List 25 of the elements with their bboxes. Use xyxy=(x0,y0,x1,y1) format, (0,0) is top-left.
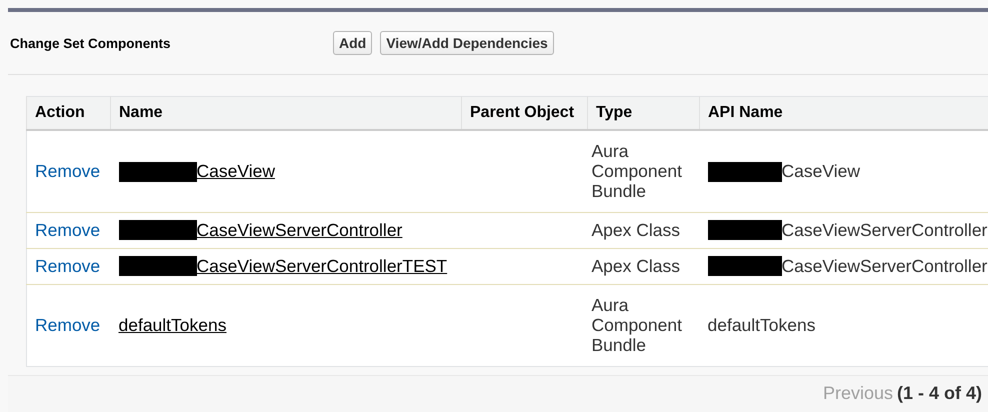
remove-link[interactable]: Remove xyxy=(35,256,100,276)
toolbar-button[interactable]: View/Add Dependencies xyxy=(380,31,554,55)
type-text: Aura Component Bundle xyxy=(592,141,682,202)
column-header: Action xyxy=(26,96,110,130)
component-link[interactable]: CaseViewServerController xyxy=(196,220,402,240)
api-name-text: CaseViewServerController xyxy=(782,220,988,240)
column-header: API Name xyxy=(700,96,988,130)
component-link[interactable]: defaultTokens xyxy=(118,314,226,335)
column-header: Parent Object xyxy=(462,96,588,130)
toolbar-button[interactable]: Add xyxy=(333,31,372,55)
api-name-text: CaseViewServerController xyxy=(782,256,988,276)
column-header: Type xyxy=(588,96,700,130)
api-name-text: defaultTokens xyxy=(708,314,816,335)
page-range: (1 - 4 of 4) xyxy=(896,383,982,404)
type-text: Apex Class xyxy=(592,220,680,240)
remove-link[interactable]: Remove xyxy=(35,220,100,240)
remove-link[interactable]: Remove xyxy=(35,160,100,181)
component-link[interactable]: CaseView xyxy=(196,161,275,182)
section-title: Change Set Components xyxy=(10,36,172,50)
type-text: Aura Component Bundle xyxy=(592,295,682,355)
type-text: Apex Class xyxy=(592,256,680,276)
api-name-text: CaseView xyxy=(782,161,860,182)
remove-link[interactable]: Remove xyxy=(35,314,100,334)
component-link[interactable]: CaseViewServerControllerTEST xyxy=(196,256,448,276)
column-header: Name xyxy=(110,96,462,130)
